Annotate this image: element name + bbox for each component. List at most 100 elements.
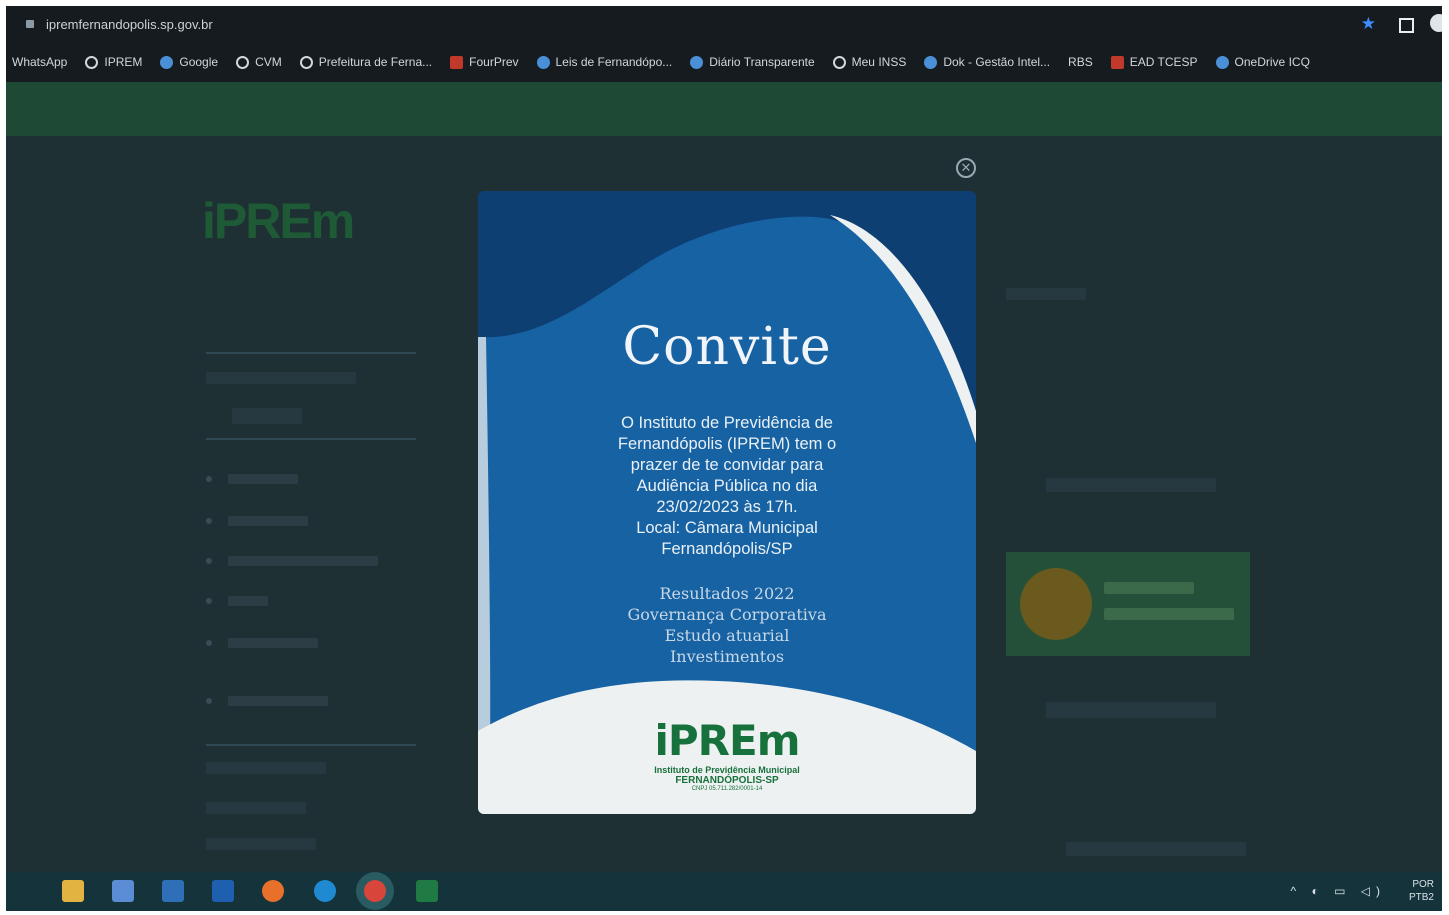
bookmark-label: Leis de Fernandópo... bbox=[555, 55, 673, 69]
site-text-block bbox=[206, 372, 356, 384]
agenda-topics: Resultados 2022 Governança Corporativa E… bbox=[588, 583, 866, 667]
bookmark-item[interactable]: Prefeitura de Ferna... bbox=[299, 55, 433, 69]
invitation-title: Convite bbox=[622, 317, 832, 377]
task-view-icon[interactable] bbox=[10, 880, 32, 902]
site-text-block bbox=[1046, 478, 1216, 492]
drop-icon bbox=[160, 55, 174, 69]
body-line: Fernandópolis/SP bbox=[661, 540, 793, 558]
bookmark-item[interactable]: Meu INSS bbox=[832, 55, 907, 69]
logo-line-1: Instituto de Previdência Municipal bbox=[654, 765, 800, 775]
bookmark-item[interactable]: Dok - Gestão Intel... bbox=[924, 55, 1050, 69]
logo-mark: iPREm bbox=[654, 716, 801, 765]
bookmark-label: Diário Transparente bbox=[709, 55, 815, 69]
bookmark-item[interactable]: OneDrive ICQ bbox=[1215, 55, 1310, 69]
keyboard-layout: PTB2 bbox=[1408, 892, 1434, 903]
site-text-block bbox=[1006, 288, 1086, 300]
globe-icon bbox=[236, 55, 250, 69]
globe-icon bbox=[299, 55, 313, 69]
fourprev-icon bbox=[450, 55, 464, 69]
onedrive-icon bbox=[1215, 55, 1229, 69]
firefox-icon[interactable] bbox=[262, 880, 284, 902]
topic: Investimentos bbox=[669, 647, 785, 666]
globe-icon bbox=[85, 55, 99, 69]
body-line: prazer de te convidar para bbox=[630, 456, 824, 474]
profile-avatar[interactable] bbox=[1430, 14, 1442, 32]
url-text[interactable]: ipremfernandopolis.sp.gov.br bbox=[46, 17, 213, 32]
bookmark-label: CVM bbox=[255, 55, 282, 69]
topic: Resultados 2022 bbox=[659, 584, 795, 603]
chrome-icon[interactable] bbox=[364, 880, 386, 902]
site-text-block bbox=[1046, 702, 1216, 718]
menu-bullet bbox=[206, 558, 212, 564]
mail-icon[interactable] bbox=[162, 880, 184, 902]
bookmark-item[interactable]: WhatsApp bbox=[12, 55, 67, 69]
excel-icon[interactable] bbox=[416, 880, 438, 902]
menu-bullet bbox=[206, 476, 212, 482]
divider bbox=[206, 352, 416, 354]
menu-item[interactable] bbox=[228, 556, 378, 566]
edge-icon[interactable] bbox=[314, 880, 336, 902]
menu-bullet bbox=[206, 698, 212, 704]
bookmark-item[interactable]: IPREM bbox=[85, 55, 142, 69]
social-icons bbox=[232, 408, 302, 424]
bookmark-label: Prefeitura de Ferna... bbox=[318, 55, 433, 69]
menu-item[interactable] bbox=[228, 516, 308, 526]
outlook-icon[interactable] bbox=[212, 880, 234, 902]
window-restore-icon[interactable] bbox=[1399, 18, 1414, 33]
language-indicator[interactable]: POR PTB2 bbox=[1409, 878, 1434, 904]
file-explorer-icon[interactable] bbox=[62, 880, 84, 902]
topic: Governança Corporativa bbox=[627, 605, 827, 624]
site-text-block bbox=[206, 838, 316, 850]
bookmark-label: FourPrev bbox=[469, 55, 519, 69]
menu-item[interactable] bbox=[228, 474, 298, 484]
language-code: POR bbox=[1412, 879, 1434, 890]
menu-item[interactable] bbox=[228, 596, 268, 606]
bookmarks-bar: WhatsApp IPREM Google CVM Prefeitura de Fern… bbox=[6, 42, 1442, 82]
banner-text bbox=[1104, 582, 1194, 594]
tcesp-icon bbox=[1110, 55, 1124, 69]
bookmark-label: Meu INSS bbox=[851, 55, 907, 69]
bookmark-item[interactable]: Diário Transparente bbox=[690, 55, 815, 69]
site-info-icon[interactable] bbox=[26, 20, 34, 28]
bookmark-item[interactable]: CVM bbox=[236, 55, 282, 69]
bookmark-label: RBS bbox=[1068, 55, 1093, 69]
site-text-block bbox=[1066, 842, 1246, 856]
banner-text bbox=[1104, 608, 1234, 620]
menu-bullet bbox=[206, 598, 212, 604]
bookmark-item[interactable]: FourPrev bbox=[450, 55, 519, 69]
logo-line-2: FERNANDÓPOLIS-SP bbox=[675, 775, 779, 786]
menu-bullet bbox=[206, 518, 212, 524]
taskbar: ^ ◐ ▭ ◁) POR PTB2 bbox=[6, 872, 1442, 911]
body-line: Audiência Pública no dia bbox=[636, 477, 818, 495]
address-bar[interactable]: ipremfernandopolis.sp.gov.br ★ bbox=[6, 6, 1442, 42]
logo-line-3: CNPJ 05.711.282/0001-14 bbox=[691, 786, 763, 792]
info-icon bbox=[1020, 568, 1092, 640]
body-line: Fernandópolis (IPREM) tem o bbox=[617, 435, 837, 453]
bookmark-label: Dok - Gestão Intel... bbox=[943, 55, 1051, 69]
drop-icon bbox=[536, 55, 550, 69]
screen: ipremfernandopolis.sp.gov.br ★ WhatsApp I… bbox=[6, 6, 1442, 911]
system-tray-icons[interactable]: ^ ◐ ▭ ◁) bbox=[1291, 884, 1386, 898]
store-icon[interactable] bbox=[112, 880, 134, 902]
bookmark-star-icon[interactable]: ★ bbox=[1361, 14, 1376, 34]
divider bbox=[206, 744, 416, 746]
bookmark-item[interactable]: Google bbox=[160, 55, 218, 69]
site-text-block bbox=[206, 762, 326, 774]
invitation-modal: Convite O Instituto de Previdência de Fe… bbox=[478, 191, 976, 814]
menu-item[interactable] bbox=[228, 638, 318, 648]
iprem-logo: iPREm Instituto de Previdência Municipal… bbox=[478, 716, 976, 793]
site-logo: iPREm bbox=[202, 193, 355, 249]
invitation-body: O Instituto de Previdência de Fernandópo… bbox=[568, 413, 886, 560]
divider bbox=[206, 438, 416, 440]
bookmark-item[interactable]: RBS bbox=[1068, 55, 1093, 69]
bookmark-item[interactable]: EAD TCESP bbox=[1110, 55, 1198, 69]
close-icon[interactable]: ✕ bbox=[956, 158, 976, 178]
bookmark-label: IPREM bbox=[104, 55, 143, 69]
menu-item[interactable] bbox=[228, 696, 328, 706]
bookmark-item[interactable]: Leis de Fernandópo... bbox=[536, 55, 673, 69]
site-text-block bbox=[206, 802, 306, 814]
drop-icon bbox=[924, 55, 938, 69]
access-information-banner[interactable] bbox=[1006, 552, 1250, 656]
site-header-bar bbox=[6, 82, 1442, 136]
body-line: Local: Câmara Municipal bbox=[636, 519, 818, 537]
